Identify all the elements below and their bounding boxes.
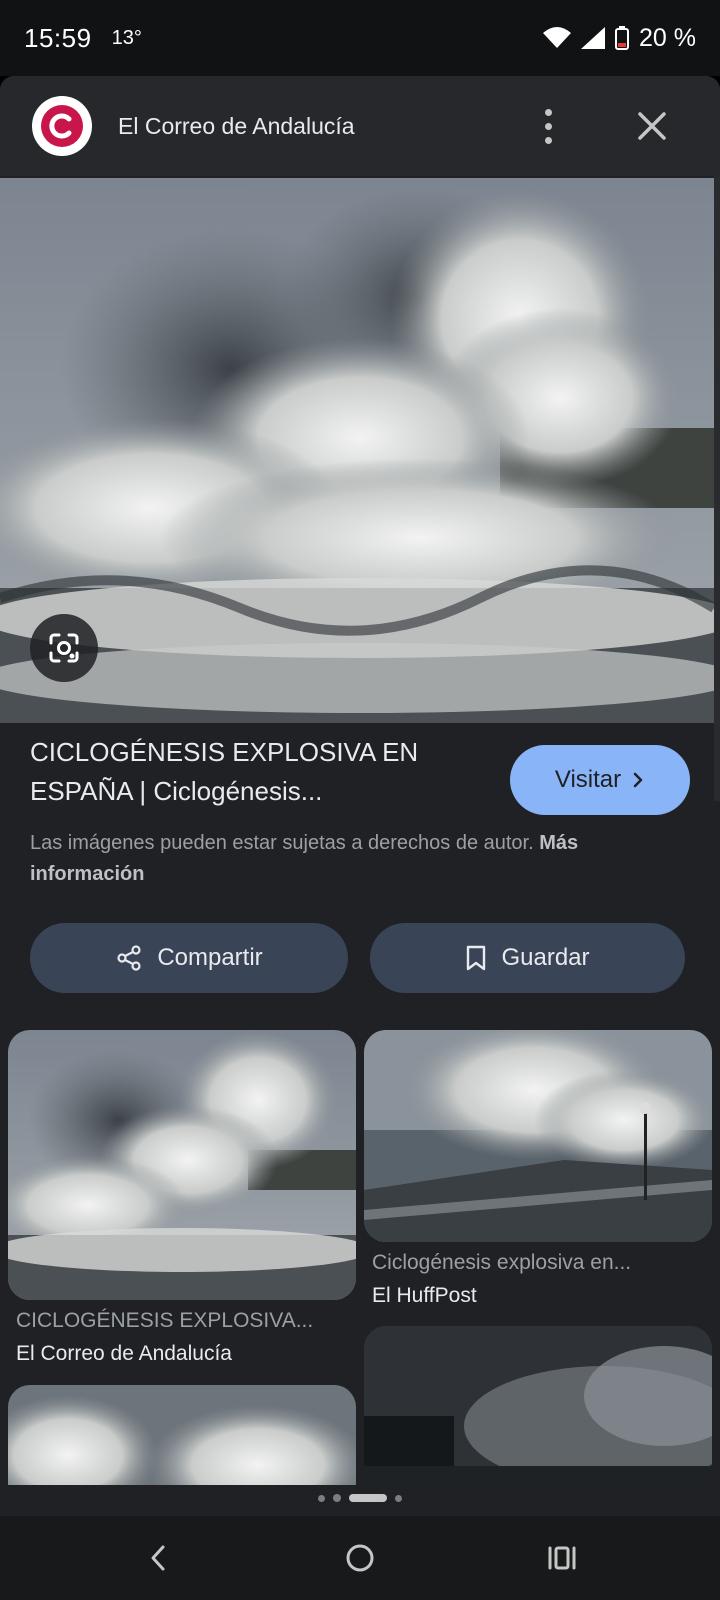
image-title-line2: ESPAÑA | Ciclogénesis... [30,776,323,806]
pier-thumbnail [364,1030,712,1242]
close-icon [638,112,666,140]
page-dot [333,1494,341,1502]
recents-icon [548,1546,576,1570]
home-button[interactable] [338,1536,382,1580]
page-dot [318,1494,325,1502]
battery-level: 20 % [639,23,696,52]
lens-search-button[interactable] [30,614,98,682]
battery-icon [615,26,630,50]
navigation-bar [0,1516,720,1600]
bookmark-icon [467,945,486,971]
related-source-2[interactable]: El HuffPost [372,1284,477,1308]
related-source-1[interactable]: El Correo de Andalucía [16,1342,232,1366]
save-button[interactable]: Guardar [370,923,685,993]
lens-icon [49,633,79,663]
status-bar: 15:59 13° 20 % [0,0,720,76]
share-button[interactable]: Compartir [30,923,348,993]
related-image-4[interactable] [364,1326,712,1485]
dark-wave-thumbnail [364,1326,712,1485]
wave-photo [0,178,714,723]
signal-icon [581,27,606,49]
related-title-2[interactable]: Ciclogénesis explosiva en... [372,1251,631,1275]
site-logo[interactable] [32,96,92,156]
carousel-page-indicator [0,1488,720,1508]
copyright-notice: Las imágenes pueden estar sujetas a dere… [30,828,690,890]
more-vert-icon [544,108,552,116]
back-button[interactable] [136,1536,180,1580]
image-title: CICLOGÉNESIS EXPLOSIVA EN ESPAÑA | Ciclo… [30,733,480,811]
wave-thumbnail-1 [8,1030,356,1300]
site-name[interactable]: El Correo de Andalucía [118,113,355,140]
more-options-button[interactable] [534,106,562,146]
recents-button[interactable] [540,1536,584,1580]
wifi-icon [543,27,572,48]
related-image-2[interactable] [364,1030,712,1242]
wave-thumbnail-3 [8,1385,356,1485]
share-icon [117,945,141,971]
logo-c-icon [41,105,83,147]
scrollbar[interactable] [714,76,720,801]
image-title-line1: CICLOGÉNESIS EXPLOSIVA EN [30,737,419,767]
save-label: Guardar [501,944,590,971]
status-temperature: 13° [111,26,142,49]
home-icon [346,1544,374,1572]
page-dot [395,1494,402,1502]
page-dot-active [349,1494,387,1502]
status-icons: 20 % [543,24,696,53]
visit-label: Visitar [554,766,622,793]
related-title-1[interactable]: CICLOGÉNESIS EXPLOSIVA... [16,1309,313,1333]
status-time: 15:59 [24,22,92,53]
image-viewer-sheet: El Correo de Andalucía CICLOGÉNESIS EXPL… [0,76,720,1516]
related-image-1[interactable] [8,1030,356,1300]
main-image[interactable] [0,178,714,723]
related-image-3[interactable] [8,1385,356,1485]
share-label: Compartir [157,944,263,971]
sheet-header: El Correo de Andalucía [0,76,720,176]
visit-button[interactable]: Visitar [510,745,690,815]
chevron-right-icon [633,772,643,788]
back-icon [151,1545,165,1571]
copyright-text: Las imágenes pueden estar sujetas a dere… [30,832,534,854]
close-button[interactable] [630,104,674,148]
